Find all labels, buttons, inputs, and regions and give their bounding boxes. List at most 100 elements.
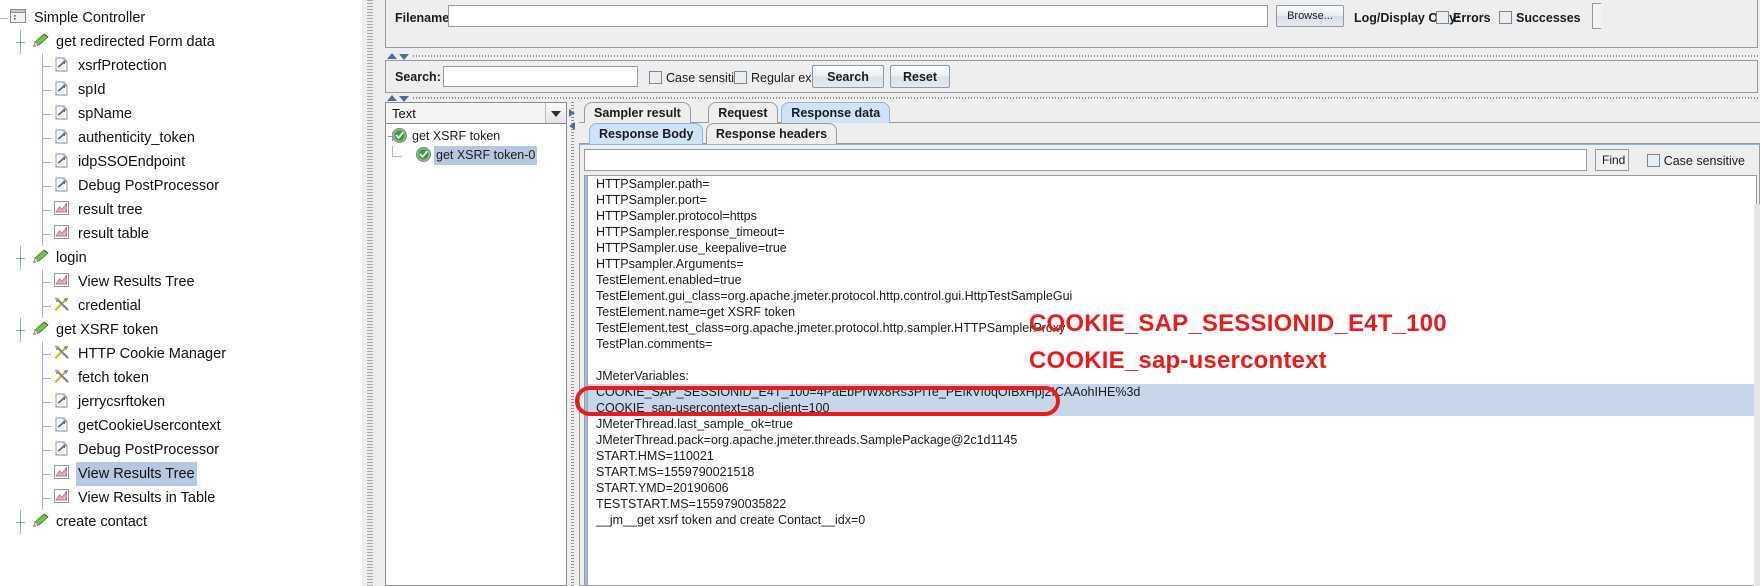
filename-label: Filename [395, 11, 450, 25]
find-case-sensitive-group[interactable]: Case sensitive [1646, 153, 1745, 168]
tree-item-debug-postprocessor[interactable]: Debug PostProcessor [0, 174, 362, 198]
tree-item-credential[interactable]: credential [0, 294, 362, 318]
tree-item-label: fetch token [78, 370, 149, 387]
tree-item-create-contact[interactable]: create contact [0, 510, 362, 534]
successes-checkbox[interactable] [1499, 11, 1512, 24]
tree-expand-handle[interactable] [16, 254, 25, 263]
browse-button[interactable]: Browse... [1276, 5, 1344, 27]
tree-expand-handle[interactable] [16, 326, 25, 335]
annotation-line-2: COOKIE_sap-usercontext [1029, 347, 1327, 374]
result-tree-item[interactable]: get XSRF token [386, 127, 566, 146]
test-plan-tree-panel[interactable]: Simple Controller get redirected Form dat… [0, 0, 362, 586]
tree-item-simple-controller[interactable]: Simple Controller [0, 6, 362, 30]
tree-expand-handle[interactable] [16, 518, 25, 527]
jmeter-window: Simple Controller get redirected Form dat… [0, 0, 1760, 586]
tree-item-fetch-token[interactable]: fetch token [0, 366, 362, 390]
vertical-splitter[interactable] [362, 0, 378, 586]
find-button[interactable]: Find [1595, 149, 1629, 171]
tree-item-view-results-tree[interactable]: View Results Tree [0, 462, 362, 487]
tree-item-label: result tree [78, 202, 143, 219]
collapse-up-icon-2[interactable] [387, 95, 397, 101]
search-case-sensitive-group[interactable]: Case sensitive [649, 70, 747, 85]
find-case-sensitive-label: Case sensitive [1663, 154, 1745, 168]
tab-sampler-result[interactable]: Sampler result [584, 102, 691, 123]
tab-request[interactable]: Request [708, 102, 778, 123]
tree-item-view-results-tree[interactable]: View Results Tree [0, 270, 362, 294]
search-button[interactable]: Search [812, 65, 884, 88]
postprocessor-icon [32, 249, 50, 265]
tree-guide-line [42, 354, 51, 355]
tree-guide-line [42, 162, 51, 163]
tree-item-authenticity-token[interactable]: authenticity_token [0, 126, 362, 150]
tree-item-result-tree[interactable]: result tree [0, 198, 362, 222]
result-tree-item[interactable]: get XSRF token-0 [386, 146, 566, 165]
result-expand-handle[interactable] [388, 132, 397, 141]
primary-tab-row[interactable]: Sampler result Request Response data [579, 102, 1760, 123]
combo-arrow-box[interactable] [545, 103, 566, 123]
right-scroll-sliver[interactable] [1754, 204, 1760, 586]
write-results-group: Write results to file / Read from file F… [385, 0, 1758, 48]
find-case-sensitive-checkbox[interactable] [1646, 154, 1660, 167]
tree-item-getcookieusercontext[interactable]: getCookieUsercontext [0, 414, 362, 438]
filename-input[interactable] [448, 5, 1268, 27]
tree-item-label: get XSRF token [56, 322, 159, 339]
expand-left-icon[interactable] [569, 122, 575, 130]
find-row: Find Case sensitive [584, 149, 1757, 171]
extractor-icon [54, 177, 72, 193]
response-body-text[interactable]: HTTPSampler.path= HTTPSampler.port= HTTPSa… [584, 175, 1757, 585]
tree-guide-line [42, 210, 51, 211]
search-regexp-group[interactable]: Regular exp. [734, 70, 822, 85]
tree-item-idpssoendpoint[interactable]: idpSSOEndpoint [0, 150, 362, 174]
tree-item-xsrfprotection[interactable]: xsrfProtection [0, 54, 362, 78]
tree-item-spname[interactable]: spName [0, 102, 362, 126]
tab-response-headers[interactable]: Response headers [705, 123, 838, 144]
tree-item-label: Debug PostProcessor [78, 178, 220, 195]
strip-dots [413, 55, 1760, 57]
search-case-sensitive-checkbox[interactable] [649, 71, 662, 84]
config-icon [54, 297, 72, 313]
errors-checkbox-group[interactable]: Errors [1436, 10, 1491, 25]
tab-response-body[interactable]: Response Body [589, 123, 704, 144]
successes-checkbox-group[interactable]: Successes [1499, 10, 1581, 25]
tree-guide-line [42, 186, 51, 187]
tree-item-get-redirected-form-data[interactable]: get redirected Form data [0, 30, 362, 54]
success-shield-icon [416, 147, 431, 162]
search-regexp-checkbox[interactable] [734, 71, 747, 84]
find-input[interactable] [584, 149, 1587, 171]
response-body-line: START.YMD=20190606 [596, 481, 729, 495]
extractor-icon [54, 129, 72, 145]
clipped-edge-control[interactable] [1592, 3, 1601, 29]
config-icon [54, 369, 72, 385]
secondary-tab-row[interactable]: Response Body Response headers [579, 123, 1760, 144]
results-tree-body[interactable]: get XSRF token get XSRF token-0 [385, 124, 567, 586]
config-icon [54, 345, 72, 361]
tree-item-label: credential [78, 298, 141, 315]
results-inner-splitter[interactable] [568, 102, 578, 586]
listener-icon [54, 201, 72, 217]
response-body-line: JMeterThread.last_sample_ok=true [596, 417, 793, 431]
errors-checkbox[interactable] [1436, 11, 1449, 24]
tree-item-debug-postprocessor[interactable]: Debug PostProcessor [0, 438, 362, 462]
splitter-grip[interactable] [367, 0, 373, 586]
collapse-up-icon[interactable] [387, 53, 397, 59]
collapse-strip-mid[interactable] [385, 94, 1760, 102]
tree-expand-handle[interactable] [16, 38, 25, 47]
tree-item-result-table[interactable]: result table [0, 222, 362, 246]
tree-guide-line [42, 306, 51, 307]
response-body-line: HTTPSampler.port= [596, 193, 707, 207]
response-body-line: HTTPSampler.protocol=https [596, 209, 757, 223]
reset-button[interactable]: Reset [890, 65, 950, 88]
tree-item-view-results-in-table[interactable]: View Results in Table [0, 486, 362, 510]
search-input[interactable] [443, 66, 638, 87]
render-format-combo[interactable]: Text [385, 102, 567, 124]
tree-item-http-cookie-manager[interactable]: HTTP Cookie Manager [0, 342, 362, 366]
tree-item-spid[interactable]: spId [0, 78, 362, 102]
results-tree-pane: Text get XSRF token get XSRF token-0 [385, 102, 567, 586]
tab-response-data[interactable]: Response data [781, 102, 891, 123]
tree-item-get-xsrf-token[interactable]: get XSRF token [0, 318, 362, 342]
result-tree-item-label: get XSRF token-0 [434, 146, 538, 165]
postprocessor-icon [32, 513, 50, 529]
tree-item-login[interactable]: login [0, 246, 362, 270]
tree-item-jerrycsrftoken[interactable]: jerrycsrftoken [0, 390, 362, 414]
tree-item-label: Simple Controller [34, 10, 146, 27]
